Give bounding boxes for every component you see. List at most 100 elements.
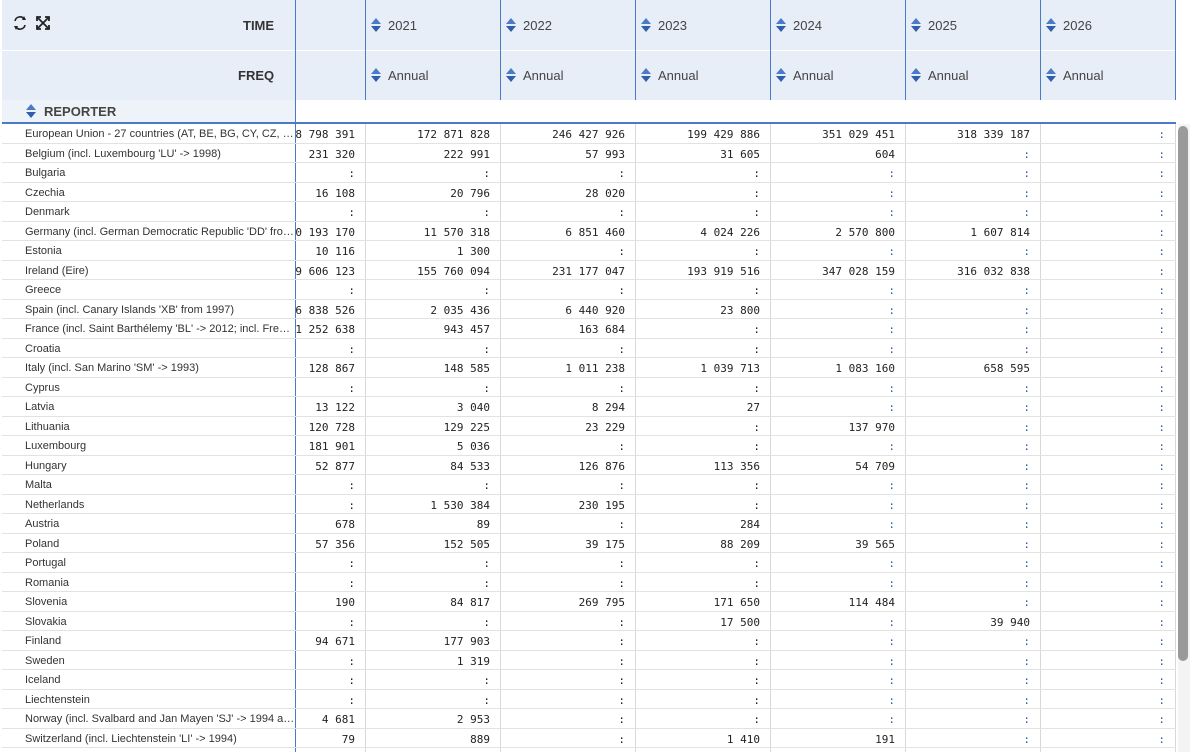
reporter-name[interactable]: Iceland	[25, 674, 295, 686]
header-column-divider	[1175, 0, 1176, 100]
time-column-header[interactable]: 2021	[366, 0, 417, 50]
value-cell: :	[753, 284, 760, 297]
prior-year-clip: 79	[296, 729, 357, 749]
reporter-name[interactable]: Luxembourg	[25, 440, 295, 452]
time-column-header[interactable]: 2024	[771, 0, 822, 50]
freq-column-header[interactable]: Annual	[771, 50, 833, 100]
value-cell: :	[1023, 401, 1030, 414]
reporter-name[interactable]: Netherlands	[25, 499, 295, 511]
value-cell: :	[888, 206, 895, 219]
reporter-name[interactable]: Lithuania	[25, 421, 295, 433]
reporter-name[interactable]: Slovakia	[25, 616, 295, 628]
time-column-header[interactable]: 2026	[1041, 0, 1092, 50]
reporter-name[interactable]: Malta	[25, 479, 295, 491]
reporter-name[interactable]: Greece	[25, 284, 295, 296]
value-cell: :	[753, 440, 760, 453]
value-cell: :	[618, 518, 625, 531]
sort-icon[interactable]	[640, 67, 652, 83]
sort-icon[interactable]	[505, 67, 517, 83]
freq-column-header[interactable]: Annual	[366, 50, 428, 100]
reporter-name[interactable]: Austria	[25, 518, 295, 530]
freq-column-header[interactable]: Annual	[1041, 50, 1103, 100]
prior-year-clip: :	[296, 690, 357, 710]
reporter-name[interactable]: Finland	[25, 635, 295, 647]
reporter-name[interactable]: Spain (incl. Canary Islands 'XB' from 19…	[25, 304, 295, 316]
refresh-icon[interactable]	[11, 14, 29, 32]
sort-icon[interactable]	[1045, 67, 1057, 83]
value-cell: :	[888, 576, 895, 590]
value-cell: 39 175	[585, 537, 625, 551]
value-cell: :	[888, 479, 895, 492]
value-cell: :	[1158, 518, 1165, 531]
reporter-name[interactable]: Estonia	[25, 245, 295, 257]
freq-label: Annual	[388, 67, 429, 83]
reporter-name[interactable]: Latvia	[25, 401, 295, 413]
reporter-name[interactable]: Hungary	[25, 460, 295, 472]
sort-icon[interactable]	[370, 17, 382, 33]
value-cell: 231 177 047	[552, 264, 625, 278]
reporter-name[interactable]: Croatia	[25, 343, 295, 355]
table-row: Spain (incl. Canary Islands 'XB' from 19…	[0, 300, 1176, 319]
scrollbar-thumb[interactable]	[1178, 126, 1188, 661]
reporter-name[interactable]: Liechtenstein	[25, 694, 295, 706]
value-cell: :	[1158, 537, 1165, 551]
value-cell: 88 209	[720, 537, 760, 551]
prior-year-clip: :	[296, 163, 357, 183]
value-cell: :	[1158, 557, 1165, 570]
reporter-name[interactable]: Germany (incl. German Democratic Republi…	[25, 226, 295, 238]
reporter-name[interactable]: Sweden	[25, 655, 295, 667]
value-cell: :	[1023, 323, 1030, 336]
sort-icon[interactable]	[775, 17, 787, 33]
reporter-name[interactable]: Belgium (incl. Luxembourg 'LU' -> 1998)	[25, 148, 295, 160]
reporter-name[interactable]: Switzerland (incl. Liechtenstein 'LI' ->…	[25, 733, 295, 745]
expand-icon[interactable]	[34, 14, 52, 32]
value-cell: :	[888, 654, 895, 668]
value-cell: 1 039 713	[700, 362, 760, 375]
reporter-name[interactable]: Romania	[25, 577, 295, 589]
value-cell-prior-year: 52 877	[315, 459, 355, 473]
freq-column-header[interactable]: Annual	[636, 50, 698, 100]
value-cell-prior-year: 128 867	[308, 362, 355, 375]
reporter-dimension-label: REPORTER	[44, 104, 117, 119]
reporter-name[interactable]: Czechia	[25, 187, 295, 199]
reporter-name[interactable]: Ireland (Eire)	[25, 265, 295, 277]
reporter-name[interactable]: Slovenia	[25, 596, 295, 608]
prior-year-clip: :	[296, 339, 357, 359]
reporter-name[interactable]: Poland	[25, 538, 295, 550]
time-column-header[interactable]: 2022	[501, 0, 552, 50]
freq-column-header[interactable]: Annual	[906, 50, 968, 100]
prior-year-clip: :	[296, 202, 357, 222]
value-cell: 230 195	[578, 498, 625, 512]
reporter-name[interactable]: Denmark	[25, 206, 295, 218]
row-separator	[2, 747, 1176, 748]
reporter-name[interactable]: France (incl. Saint Barthélemy 'BL' -> 2…	[25, 323, 295, 335]
table-row: Germany (incl. German Democratic Republi…	[0, 222, 1176, 242]
value-cell: 129 225	[443, 420, 490, 434]
sort-icon[interactable]	[505, 17, 517, 33]
reporter-name[interactable]: Cyprus	[25, 382, 295, 394]
time-column-header[interactable]: 2023	[636, 0, 687, 50]
reporter-name[interactable]: Norway (incl. Svalbard and Jan Mayen 'SJ…	[25, 713, 295, 725]
reporter-sort-icon[interactable]	[25, 103, 37, 124]
sort-icon[interactable]	[370, 67, 382, 83]
sort-icon[interactable]	[775, 67, 787, 83]
time-column-header[interactable]: 2025	[906, 0, 957, 50]
value-cell: :	[753, 674, 760, 687]
reporter-name[interactable]: Italy (incl. San Marino 'SM' -> 1993)	[25, 362, 295, 374]
value-cell: :	[753, 576, 760, 590]
reporter-name[interactable]: Portugal	[25, 557, 295, 569]
value-cell: 171 650	[713, 596, 760, 609]
sort-icon[interactable]	[910, 17, 922, 33]
year-label: 2025	[928, 17, 957, 33]
prior-year-clip: 30 193 170	[296, 222, 357, 242]
freq-column-header[interactable]: Annual	[501, 50, 563, 100]
value-cell: :	[753, 323, 760, 336]
reporter-name[interactable]: European Union - 27 countries (AT, BE, B…	[25, 128, 295, 140]
sort-icon[interactable]	[910, 67, 922, 83]
sort-icon[interactable]	[640, 17, 652, 33]
sort-icon[interactable]	[1045, 17, 1057, 33]
value-cell: :	[483, 557, 490, 570]
reporter-name[interactable]: Bulgaria	[25, 167, 295, 179]
table-row: Slovenia 190 84 817 269 795 171 650 114 484::	[0, 592, 1176, 612]
prior-year-clip: 98 798 391	[296, 124, 357, 144]
